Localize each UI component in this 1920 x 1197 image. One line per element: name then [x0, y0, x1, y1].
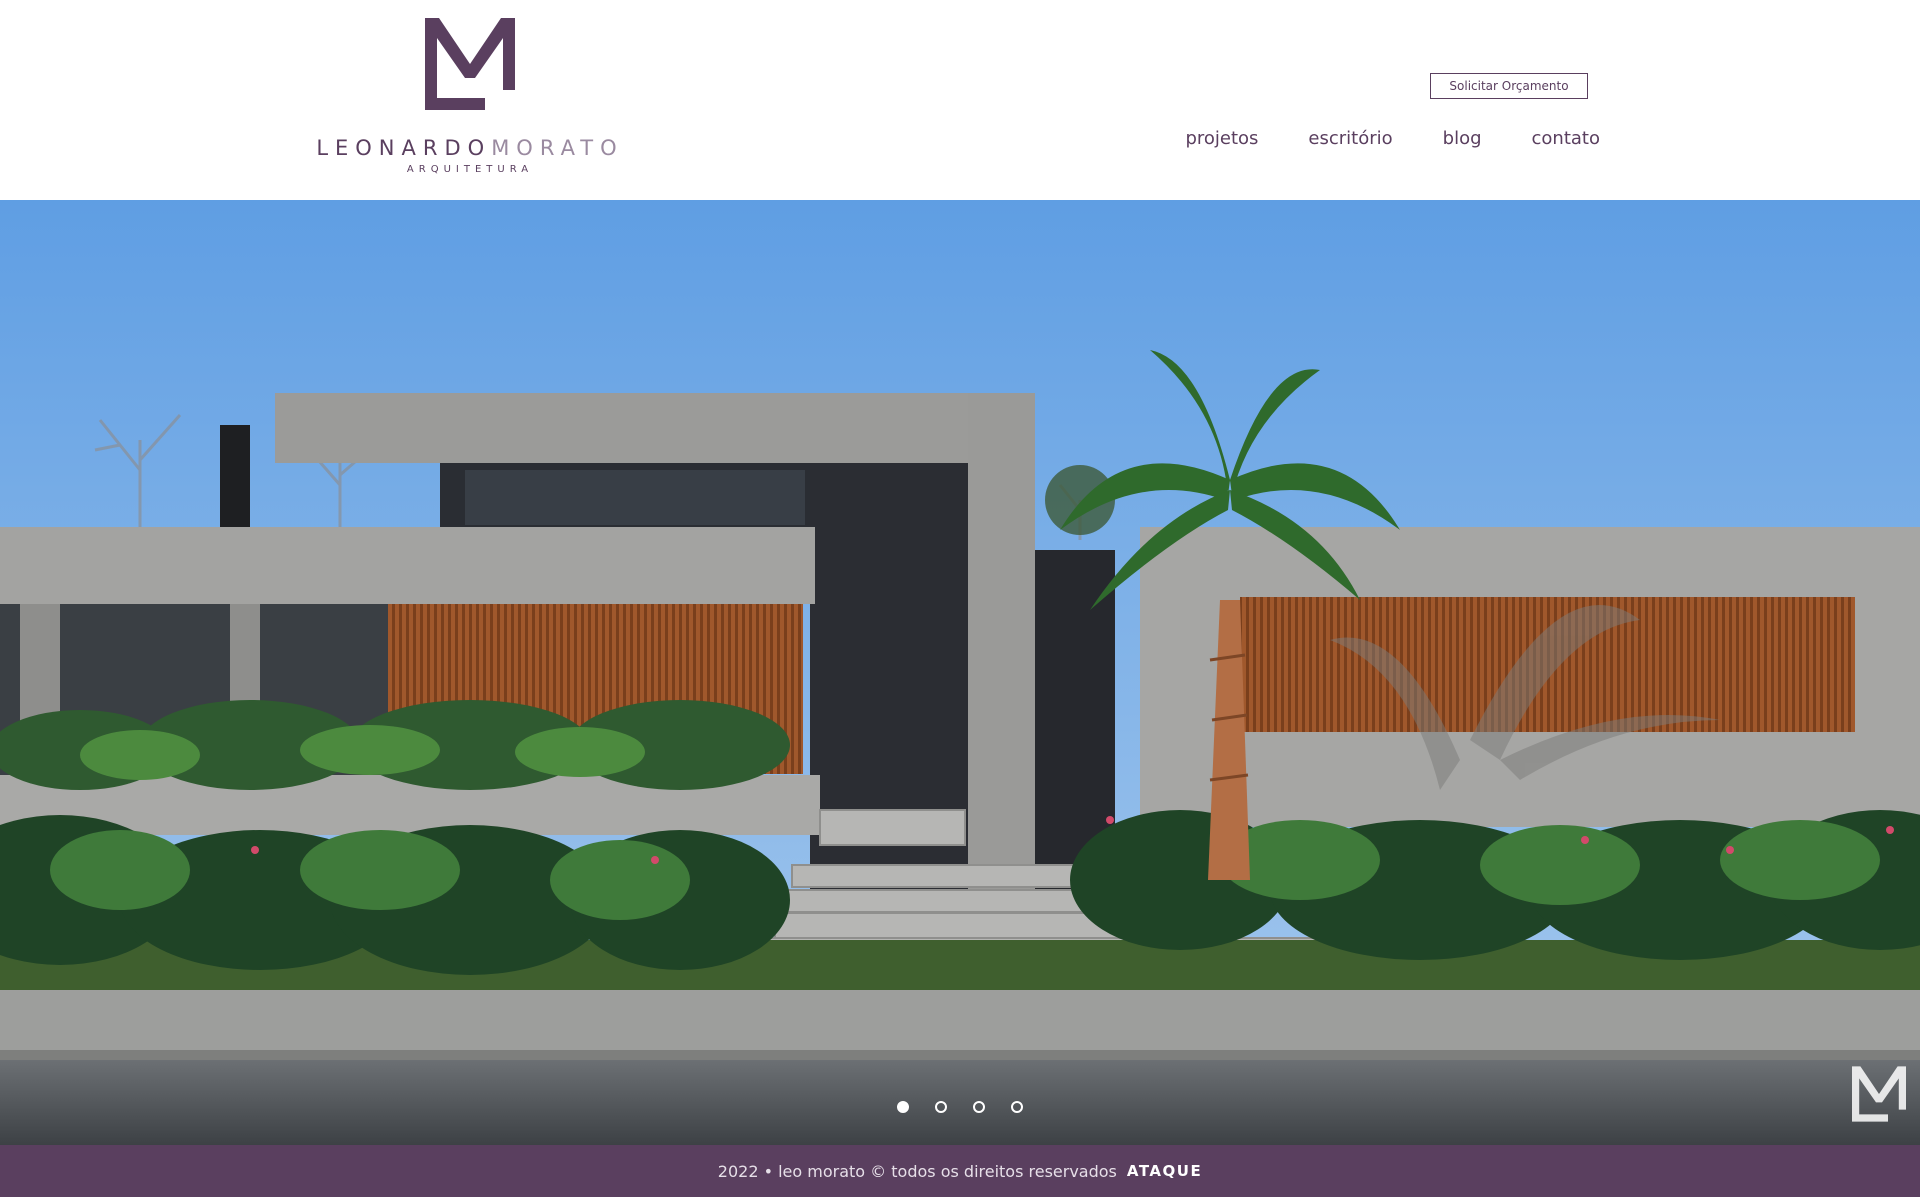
agency-brand-link[interactable]: ATAQUE: [1127, 1162, 1202, 1180]
slider-dot-4[interactable]: [1011, 1101, 1023, 1113]
logo-name-first: LEONARDO: [316, 136, 492, 160]
request-quote-button[interactable]: Solicitar Orçamento: [1430, 73, 1588, 99]
slider-pagination: [0, 1101, 1920, 1113]
nav-item-blog[interactable]: blog: [1443, 128, 1482, 149]
logo[interactable]: LEONARDOMORATO ARQUITETURA: [315, 18, 625, 180]
nav-item-escritorio[interactable]: escritório: [1308, 128, 1392, 149]
lm-monogram-icon: [425, 18, 515, 110]
logo-name-last: MORATO: [491, 136, 624, 160]
logo-wordmark: LEONARDOMORATO: [315, 136, 625, 160]
slider-dot-3[interactable]: [973, 1101, 985, 1113]
slider-dot-2[interactable]: [935, 1101, 947, 1113]
site-footer: 2022 • leo morato © todos os direitos re…: [0, 1145, 1920, 1197]
hero-image: [0, 200, 1920, 1145]
nav-item-projetos[interactable]: projetos: [1185, 128, 1258, 149]
copyright-text: 2022 • leo morato © todos os direitos re…: [717, 1161, 1117, 1181]
site-header: LEONARDOMORATO ARQUITETURA Solicitar Orç…: [0, 0, 1920, 200]
slider-dot-1[interactable]: [897, 1101, 909, 1113]
logo-subtitle: ARQUITETURA: [406, 164, 534, 175]
nav-item-contato[interactable]: contato: [1532, 128, 1600, 149]
hero-slider: [0, 200, 1920, 1145]
main-nav: projetos escritório blog contato: [1185, 128, 1600, 149]
lm-monogram-icon: [1852, 1066, 1906, 1122]
